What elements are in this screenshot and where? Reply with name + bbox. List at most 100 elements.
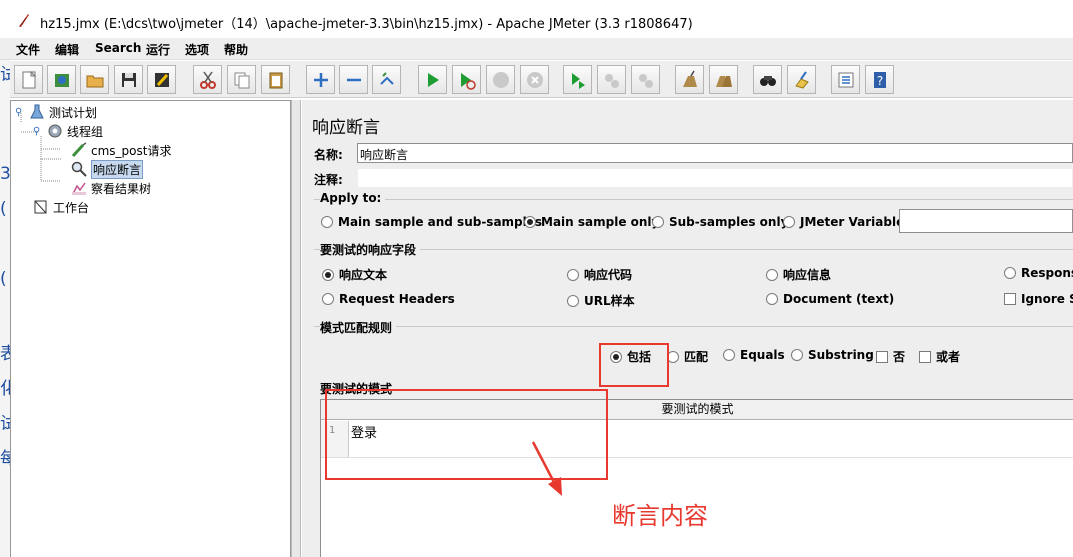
field-response-code-radio[interactable]: 响应代码: [567, 266, 632, 283]
remote-start-button[interactable]: [563, 65, 592, 94]
checkbox-icon: [919, 350, 931, 363]
function-helper-button[interactable]: [831, 65, 860, 94]
rule-matches-radio[interactable]: 匹配: [667, 348, 708, 365]
templates-icon: [54, 73, 69, 87]
apply-jmeter-variable-radio[interactable]: JMeter Variable: [783, 215, 904, 229]
svg-text:?: ?: [876, 74, 882, 88]
save-as-button[interactable]: [147, 65, 176, 94]
apply-main-only-radio[interactable]: Main sample only: [524, 215, 659, 229]
tree-item-sampler[interactable]: cms_post请求: [71, 141, 171, 159]
strip-glyph: 化: [0, 379, 10, 399]
paste-icon: [269, 72, 282, 88]
remote-shutdown-icon: [638, 73, 653, 88]
menu-edit[interactable]: 编辑: [55, 41, 79, 58]
menu-bar: 文件 编辑 Search 运行 选项 帮助: [0, 38, 1073, 60]
rule-not-checkbox[interactable]: 否: [876, 348, 905, 365]
start-no-pause-button[interactable]: [452, 65, 481, 94]
clear-all-button[interactable]: [709, 65, 738, 94]
checkbox-label: 或者: [936, 350, 961, 364]
menu-options[interactable]: 选项: [185, 41, 209, 58]
paste-button[interactable]: [261, 65, 290, 94]
test-plan-icon: [29, 104, 45, 120]
open-icon: [86, 75, 103, 87]
pane-splitter[interactable]: [291, 100, 301, 557]
comment-field[interactable]: [357, 168, 1073, 188]
tree-label: cms_post请求: [91, 143, 172, 158]
menu-file[interactable]: 文件: [16, 41, 40, 58]
assertion-panel: 响应断言 名称: 响应断言 注释: Apply to: Main sample …: [302, 100, 1073, 557]
expand-button[interactable]: [306, 65, 335, 94]
field-document-text-radio[interactable]: Document (text): [766, 292, 894, 306]
checkbox-icon: [876, 350, 888, 363]
field-response-headers-radio[interactable]: Response: [1004, 266, 1073, 280]
jmeter-variable-field[interactable]: [899, 209, 1073, 233]
tree-label: 线程组: [67, 124, 104, 139]
workbench-icon: [33, 199, 49, 215]
rule-equals-radio[interactable]: Equals: [723, 348, 785, 362]
radio-label: Document (text): [783, 292, 895, 306]
open-button[interactable]: [80, 65, 109, 94]
field-response-message-radio[interactable]: 响应信息: [766, 266, 831, 283]
shutdown-button[interactable]: [520, 65, 549, 94]
rule-or-checkbox[interactable]: 或者: [919, 348, 960, 365]
strip-glyph: 表: [0, 344, 10, 364]
save-icon: [121, 72, 136, 87]
new-button[interactable]: [14, 65, 43, 94]
response-field-title: 要测试的响应字段: [320, 241, 421, 258]
clear-button[interactable]: [675, 65, 704, 94]
expand-handle-icon[interactable]: ⚲: [15, 107, 27, 118]
panel-title: 响应断言: [312, 118, 380, 138]
search-button[interactable]: [753, 65, 782, 94]
remote-start-icon: [571, 72, 585, 89]
tree-item-workbench[interactable]: 工作台: [33, 198, 89, 216]
apply-sub-only-radio[interactable]: Sub-samples only: [652, 215, 788, 229]
clear-icon: [682, 70, 697, 87]
copy-button[interactable]: [227, 65, 256, 94]
radio-icon: [723, 349, 735, 361]
comment-label: 注释:: [314, 173, 343, 187]
name-field[interactable]: 响应断言: [357, 143, 1073, 163]
radio-label: Response: [1021, 266, 1073, 280]
tree-item-listener[interactable]: 察看结果树: [71, 179, 151, 197]
field-request-headers-radio[interactable]: Request Headers: [322, 292, 455, 306]
apply-main-and-sub-radio[interactable]: Main sample and sub-samples: [321, 215, 542, 229]
annotation-box-contains: [599, 343, 669, 387]
save-button[interactable]: [114, 65, 143, 94]
shutdown-icon: [526, 71, 543, 88]
ignore-status-checkbox[interactable]: Ignore St: [1004, 292, 1073, 306]
radio-icon: [783, 216, 795, 228]
menu-search[interactable]: Search: [95, 41, 141, 55]
menu-help[interactable]: 帮助: [224, 41, 248, 58]
collapse-button[interactable]: [339, 65, 368, 94]
stop-icon: [492, 71, 509, 88]
start-button[interactable]: [418, 65, 447, 94]
cut-button[interactable]: [193, 65, 222, 94]
toggle-button[interactable]: [372, 65, 401, 94]
assertion-icon: [71, 161, 87, 177]
apply-to-title: Apply to:: [320, 191, 386, 205]
radio-icon: [322, 293, 334, 305]
expand-handle-icon[interactable]: ⚲: [33, 126, 45, 137]
strip-glyph: 试: [0, 414, 10, 434]
tree-label: 工作台: [53, 200, 90, 215]
listener-icon: [71, 180, 87, 196]
help-button[interactable]: ?: [865, 65, 894, 94]
tree-item-test-plan[interactable]: ⚲ 测试计划: [15, 103, 97, 121]
templates-button[interactable]: [47, 65, 76, 94]
tree-label: 响应断言: [91, 159, 144, 179]
rule-substring-radio[interactable]: Substring: [791, 348, 874, 362]
field-url-sample-radio[interactable]: URL样本: [567, 292, 635, 309]
menu-run[interactable]: 运行: [146, 41, 170, 58]
strip-glyph: (: [0, 199, 7, 219]
strip-glyph: (: [0, 269, 7, 289]
tree-item-thread-group[interactable]: ⚲ 线程组: [33, 122, 103, 140]
field-response-text-radio[interactable]: 响应文本: [322, 266, 387, 283]
remote-shutdown-button[interactable]: [631, 65, 660, 94]
tree-label: 察看结果树: [91, 181, 152, 196]
reset-search-button[interactable]: [787, 65, 816, 94]
remote-stop-button[interactable]: [597, 65, 626, 94]
radio-label: JMeter Variable: [800, 215, 905, 229]
stop-button[interactable]: [486, 65, 515, 94]
tree-item-assertion[interactable]: 响应断言: [71, 159, 144, 179]
radio-icon: [567, 294, 579, 307]
